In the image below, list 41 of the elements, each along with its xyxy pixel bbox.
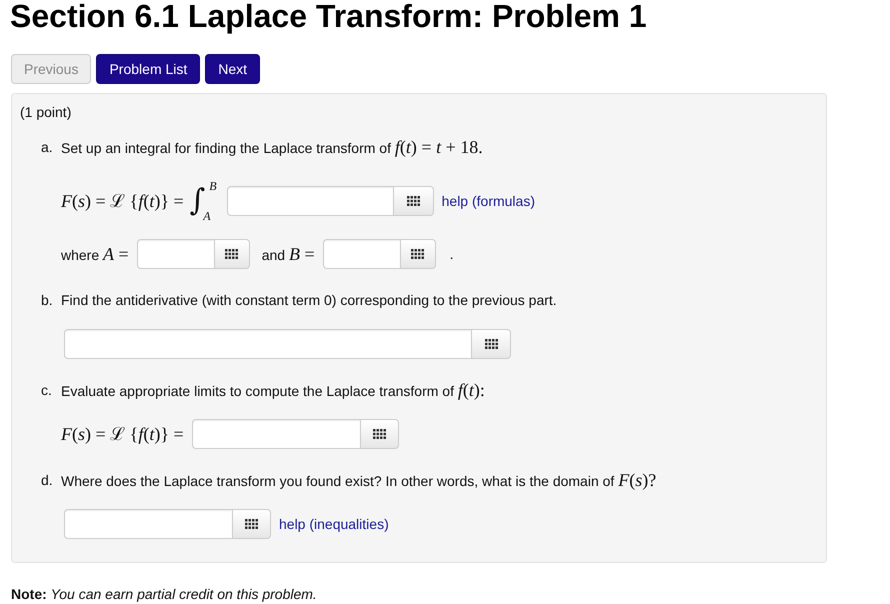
list-marker: b. [41, 290, 54, 310]
question-text: Find the antiderivative (with constant term 0) corresponding to the previous part. [61, 290, 557, 310]
keypad-button[interactable] [394, 186, 434, 216]
question-text: Set up an integral for finding the Laplace transform of f(t) = t + 18. [61, 136, 483, 159]
answer-field[interactable] [322, 239, 401, 269]
integral-sign: ∫ [190, 182, 206, 218]
answer-field[interactable] [136, 239, 215, 269]
formula-label: F(s) = ℒ {f(t)} = [61, 190, 184, 213]
upper-limit: B [209, 179, 217, 193]
points-label: (1 point) [20, 102, 72, 122]
keypad-button[interactable] [214, 239, 250, 269]
page-title: Section 6.1 Laplace Transform: Problem 1 [10, 0, 648, 32]
list-marker: c. [41, 380, 53, 400]
keypad-button[interactable] [400, 239, 436, 269]
keypad-button[interactable] [360, 419, 399, 449]
nav-button[interactable]: Problem List [96, 54, 200, 84]
answer-field[interactable] [64, 509, 233, 539]
question-text: Evaluate appropriate limits to compute the Laplace transform of f(t): [61, 378, 485, 402]
keypad-icon [406, 196, 420, 206]
question-text: Where does the Laplace transform you found exist? In other words, what is the domain of F(s)? [61, 468, 656, 492]
field-label: and B = [262, 242, 315, 266]
lower-limit: A [203, 209, 212, 223]
formula-label: F(s) = ℒ {f(t)} = [61, 422, 184, 446]
period: . [450, 244, 454, 264]
field-label: where A = [61, 242, 129, 266]
help-link[interactable]: help (inequalities) [279, 514, 389, 534]
keypad-icon [484, 339, 498, 349]
keypad-icon [372, 429, 386, 439]
keypad-button[interactable] [472, 329, 511, 359]
answer-field[interactable] [192, 419, 361, 449]
answer-field[interactable] [64, 329, 472, 359]
keypad-icon [225, 249, 238, 259]
list-marker: a. [41, 138, 54, 156]
nav-button[interactable]: Next [205, 54, 260, 84]
answer-field[interactable] [226, 186, 394, 216]
keypad-icon [411, 249, 424, 259]
list-marker: d. [41, 470, 54, 490]
help-link[interactable]: help (formulas) [442, 190, 535, 212]
note-text: Note: You can earn partial credit on this problem. [11, 585, 318, 603]
keypad-button[interactable] [233, 509, 271, 539]
keypad-icon [245, 519, 258, 529]
